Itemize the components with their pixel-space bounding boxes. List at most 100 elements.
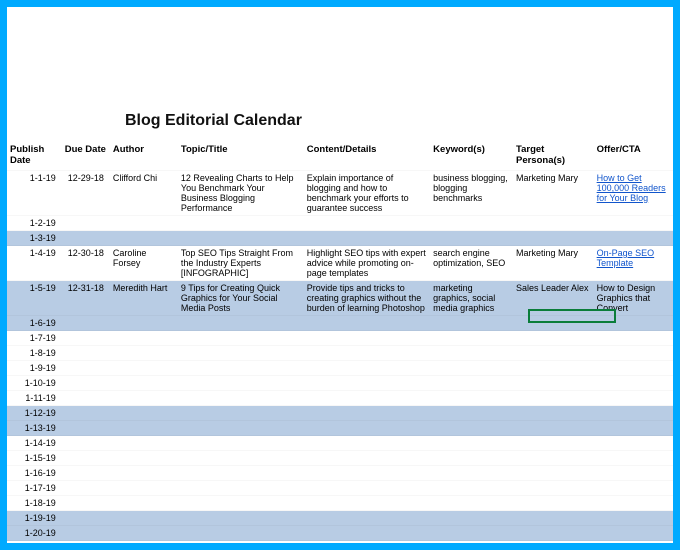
cell-persona[interactable] xyxy=(513,526,594,541)
cell-keywords[interactable] xyxy=(430,436,513,451)
table-row[interactable]: 1-21-19 xyxy=(7,541,673,544)
cell-content[interactable] xyxy=(304,376,430,391)
cell-offer[interactable] xyxy=(594,331,673,346)
col-author[interactable]: Author xyxy=(110,142,178,171)
cell-keywords[interactable] xyxy=(430,421,513,436)
cell-offer[interactable] xyxy=(594,436,673,451)
cell-author[interactable] xyxy=(110,331,178,346)
cell-topic[interactable] xyxy=(178,466,304,481)
cell-keywords[interactable] xyxy=(430,526,513,541)
cell-author[interactable]: Clifford Chi xyxy=(110,171,178,216)
cell-keywords[interactable]: search engine optimization, SEO xyxy=(430,246,513,281)
table-row[interactable]: 1-18-19 xyxy=(7,496,673,511)
cell-persona[interactable] xyxy=(513,331,594,346)
table-row[interactable]: 1-17-19 xyxy=(7,481,673,496)
cell-topic[interactable] xyxy=(178,541,304,544)
cell-topic[interactable] xyxy=(178,361,304,376)
cell-content[interactable] xyxy=(304,361,430,376)
cell-topic[interactable] xyxy=(178,391,304,406)
cell-persona[interactable] xyxy=(513,436,594,451)
cell-due[interactable] xyxy=(62,466,110,481)
cell-due[interactable] xyxy=(62,511,110,526)
cell-content[interactable] xyxy=(304,466,430,481)
cell-due[interactable] xyxy=(62,451,110,466)
cell-keywords[interactable] xyxy=(430,541,513,544)
cell-author[interactable] xyxy=(110,361,178,376)
cell-topic[interactable] xyxy=(178,346,304,361)
table-row[interactable]: 1-20-19 xyxy=(7,526,673,541)
cell-offer[interactable] xyxy=(594,526,673,541)
cell-keywords[interactable] xyxy=(430,496,513,511)
cell-content[interactable] xyxy=(304,496,430,511)
cell-offer[interactable] xyxy=(594,496,673,511)
cell-publish[interactable]: 1-10-19 xyxy=(7,376,62,391)
cell-author[interactable] xyxy=(110,376,178,391)
cell-publish[interactable]: 1-8-19 xyxy=(7,346,62,361)
cell-topic[interactable] xyxy=(178,511,304,526)
cell-keywords[interactable] xyxy=(430,346,513,361)
cell-topic[interactable]: Top SEO Tips Straight From the Industry … xyxy=(178,246,304,281)
cell-content[interactable] xyxy=(304,406,430,421)
cell-publish[interactable]: 1-12-19 xyxy=(7,406,62,421)
cell-content[interactable] xyxy=(304,316,430,331)
cell-due[interactable] xyxy=(62,331,110,346)
cell-content[interactable] xyxy=(304,436,430,451)
cell-publish[interactable]: 1-4-19 xyxy=(7,246,62,281)
cell-content[interactable] xyxy=(304,391,430,406)
cell-offer[interactable]: On-Page SEO Template xyxy=(594,246,673,281)
col-content[interactable]: Content/Details xyxy=(304,142,430,171)
cell-topic[interactable] xyxy=(178,421,304,436)
cell-persona[interactable] xyxy=(513,361,594,376)
cell-author[interactable] xyxy=(110,346,178,361)
cell-publish[interactable]: 1-18-19 xyxy=(7,496,62,511)
cell-due[interactable]: 12-30-18 xyxy=(62,246,110,281)
table-row[interactable]: 1-19-19 xyxy=(7,511,673,526)
cell-offer[interactable] xyxy=(594,346,673,361)
cell-keywords[interactable] xyxy=(430,331,513,346)
cell-keywords[interactable] xyxy=(430,466,513,481)
cell-keywords[interactable]: marketing graphics, social media graphic… xyxy=(430,281,513,316)
cell-persona[interactable]: Marketing Mary xyxy=(513,171,594,216)
cell-author[interactable] xyxy=(110,231,178,246)
cell-content[interactable] xyxy=(304,541,430,544)
cell-content[interactable] xyxy=(304,346,430,361)
cell-keywords[interactable] xyxy=(430,481,513,496)
cell-author[interactable] xyxy=(110,541,178,544)
cell-due[interactable] xyxy=(62,421,110,436)
cell-due[interactable]: 12-29-18 xyxy=(62,171,110,216)
cell-publish[interactable]: 1-19-19 xyxy=(7,511,62,526)
cell-topic[interactable] xyxy=(178,436,304,451)
cell-author[interactable] xyxy=(110,406,178,421)
cell-content[interactable] xyxy=(304,526,430,541)
table-row[interactable]: 1-14-19 xyxy=(7,436,673,451)
cell-content[interactable]: Highlight SEO tips with expert advice wh… xyxy=(304,246,430,281)
cell-due[interactable] xyxy=(62,316,110,331)
cell-topic[interactable] xyxy=(178,231,304,246)
cell-due[interactable] xyxy=(62,231,110,246)
cell-persona[interactable] xyxy=(513,466,594,481)
col-persona[interactable]: Target Persona(s) xyxy=(513,142,594,171)
calendar-table[interactable]: Publish Date Due Date Author Topic/Title… xyxy=(7,142,673,543)
cell-keywords[interactable]: business blogging, blogging benchmarks xyxy=(430,171,513,216)
col-due-date[interactable]: Due Date xyxy=(62,142,110,171)
cell-author[interactable]: Meredith Hart xyxy=(110,281,178,316)
cell-author[interactable]: Caroline Forsey xyxy=(110,246,178,281)
cell-content[interactable]: Provide tips and tricks to creating grap… xyxy=(304,281,430,316)
cell-persona[interactable] xyxy=(513,481,594,496)
cell-publish[interactable]: 1-15-19 xyxy=(7,451,62,466)
cell-due[interactable] xyxy=(62,496,110,511)
cell-persona[interactable] xyxy=(513,511,594,526)
cell-content[interactable] xyxy=(304,216,430,231)
cell-due[interactable] xyxy=(62,436,110,451)
cell-offer[interactable] xyxy=(594,231,673,246)
cell-offer[interactable] xyxy=(594,541,673,544)
cell-offer[interactable]: How to Get 100,000 Readers for Your Blog xyxy=(594,171,673,216)
cell-persona[interactable] xyxy=(513,231,594,246)
cell-author[interactable] xyxy=(110,436,178,451)
cell-topic[interactable] xyxy=(178,526,304,541)
cell-keywords[interactable] xyxy=(430,406,513,421)
cell-publish[interactable]: 1-6-19 xyxy=(7,316,62,331)
cell-author[interactable] xyxy=(110,421,178,436)
table-row[interactable]: 1-13-19 xyxy=(7,421,673,436)
cell-persona[interactable] xyxy=(513,346,594,361)
